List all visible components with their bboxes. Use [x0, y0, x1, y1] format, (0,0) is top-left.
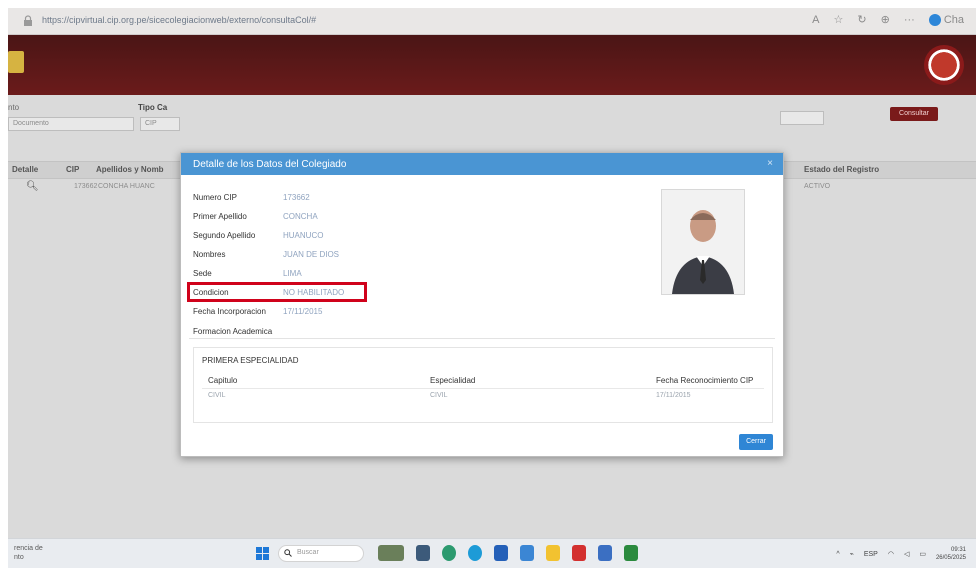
label-segundo-apellido: Segundo Apellido — [193, 231, 256, 240]
label-nombres: Nombres — [193, 250, 226, 259]
more-icon[interactable]: ··· — [904, 14, 915, 26]
windows-start-icon[interactable] — [256, 547, 269, 560]
taskbar-apps — [378, 545, 638, 561]
label-sede: Sede — [193, 269, 212, 278]
word-icon[interactable] — [494, 545, 508, 561]
col-detalle: Detalle — [12, 165, 39, 174]
val-fecha-reconocimiento: 17/11/2015 — [656, 392, 691, 399]
chevron-up-icon[interactable]: ^ — [836, 551, 839, 558]
label-fecha-incorporacion: Fecha Incorporacion — [193, 307, 266, 316]
filter-label-tipo: Tipo Ca — [138, 103, 168, 112]
value-primer-apellido: CONCHA — [283, 212, 318, 221]
lock-icon — [24, 15, 32, 26]
cerrar-button[interactable]: Cerrar — [739, 434, 773, 450]
filter-label-left: nto — [8, 103, 20, 112]
browser-actions: A ☆ ↻ ⊕ ··· Cha — [812, 13, 964, 26]
screen-caption-strip — [0, 0, 976, 8]
edge-icon[interactable] — [468, 545, 482, 561]
browser-toolbar: https://cipvirtual.cip.org.pe/sicecolegi… — [8, 8, 976, 35]
site-header — [8, 35, 976, 95]
consultar-button[interactable]: Consultar — [890, 107, 938, 121]
row-name: CONCHA HUANC — [98, 183, 155, 190]
clock-date: 26/05/2025 — [935, 555, 966, 561]
document-type-value: Documento — [13, 120, 49, 127]
modal-title: Detalle de los Datos del Colegiado — [193, 159, 347, 170]
system-tray: ^ ⌁ ESP ◠ ◁ ▭ 09:31 26/05/2025 — [836, 546, 966, 562]
refresh-icon[interactable]: ↻ — [857, 13, 866, 26]
search-type-select[interactable]: CIP — [140, 117, 180, 131]
col-apellidos: Apellidos y Nomb — [96, 165, 164, 174]
col-especialidad: Especialidad — [430, 376, 476, 385]
col-estado: Estado del Registro — [804, 165, 880, 174]
colegiado-photo — [661, 189, 745, 295]
col-fecha-reconocimiento: Fecha Reconocimiento CIP — [656, 376, 754, 385]
volume-icon[interactable]: ◁ — [904, 550, 909, 558]
taskbar-left-line1: rencia de — [14, 545, 43, 552]
label-numero-cip: Numero CIP — [193, 193, 238, 202]
excel-icon[interactable] — [624, 545, 638, 561]
address-bar[interactable]: https://cipvirtual.cip.org.pe/sicecolegi… — [42, 15, 316, 25]
read-aloud-icon[interactable]: A — [812, 14, 819, 26]
formacion-divider — [189, 338, 775, 339]
col-cip: CIP — [66, 165, 80, 174]
consulta-page: nto Documento Tipo Ca CIP Consultar Deta… — [8, 95, 976, 538]
captcha-field[interactable] — [780, 111, 824, 125]
document-type-select[interactable]: Documento — [8, 117, 134, 131]
institution-seal-icon — [924, 45, 964, 85]
profile-label: Cha — [943, 13, 964, 26]
search-type-value: CIP — [145, 120, 157, 127]
store-icon[interactable] — [598, 545, 612, 561]
taskbar-left-text: rencia de nto — [14, 544, 43, 562]
search-detail-icon[interactable]: 🔍︎ — [26, 181, 39, 192]
label-formacion-academica: Formacion Academica — [193, 327, 273, 336]
profile-avatar-icon — [928, 13, 941, 26]
col-capitulo: Capitulo — [208, 376, 238, 385]
extensions-icon[interactable]: ⊕ — [881, 13, 890, 26]
modal-header: Detalle de los Datos del Colegiado × — [181, 153, 783, 175]
value-nombres: JUAN DE DIOS — [283, 250, 340, 259]
chrome-icon[interactable] — [442, 545, 456, 561]
task-view-icon[interactable] — [416, 545, 430, 561]
especialidad-section: PRIMERA ESPECIALIDAD Capitulo Especialid… — [193, 347, 773, 423]
value-sede: LIMA — [283, 269, 302, 278]
clock-time: 09:31 — [950, 547, 966, 553]
value-fecha-incorporacion: 17/11/2015 — [283, 307, 323, 316]
file-explorer-icon[interactable] — [546, 545, 560, 561]
pdf-reader-icon[interactable] — [572, 545, 586, 561]
detalle-colegiado-modal: Detalle de los Datos del Colegiado × Num… — [180, 152, 784, 457]
especialidad-title: PRIMERA ESPECIALIDAD — [202, 356, 299, 365]
mail-icon[interactable] — [520, 545, 534, 561]
profile-button[interactable]: Cha — [928, 13, 964, 26]
row-cip: 173662 — [74, 183, 98, 190]
close-icon[interactable]: × — [767, 158, 773, 169]
val-capitulo: CIVIL — [208, 392, 226, 399]
windows-taskbar: rencia de nto Buscar ^ ⌁ ESP ◠ ◁ ▭ 09:31… — [8, 538, 976, 568]
language-indicator[interactable]: ESP — [864, 551, 878, 558]
network-icon[interactable]: ⌁ — [850, 550, 854, 558]
battery-icon[interactable]: ▭ — [919, 550, 926, 558]
site-logo — [8, 51, 24, 73]
condicion-highlight — [187, 282, 367, 302]
row-estado: ACTIVO — [804, 183, 831, 190]
value-numero-cip: 173662 — [283, 193, 310, 202]
search-icon — [284, 549, 292, 557]
wifi-icon[interactable]: ◠ — [888, 550, 894, 558]
person-photo-icon — [662, 190, 744, 294]
label-primer-apellido: Primer Apellido — [193, 212, 247, 221]
val-especialidad: CIVIL — [430, 392, 448, 399]
especialidad-table-divider — [202, 388, 764, 389]
taskbar-left-line2: nto — [14, 554, 24, 561]
value-segundo-apellido: HUANUCO — [283, 231, 324, 240]
widgets-icon[interactable] — [378, 545, 404, 561]
clock[interactable]: 09:31 26/05/2025 — [936, 546, 966, 562]
favorite-star-icon[interactable]: ☆ — [834, 13, 844, 26]
